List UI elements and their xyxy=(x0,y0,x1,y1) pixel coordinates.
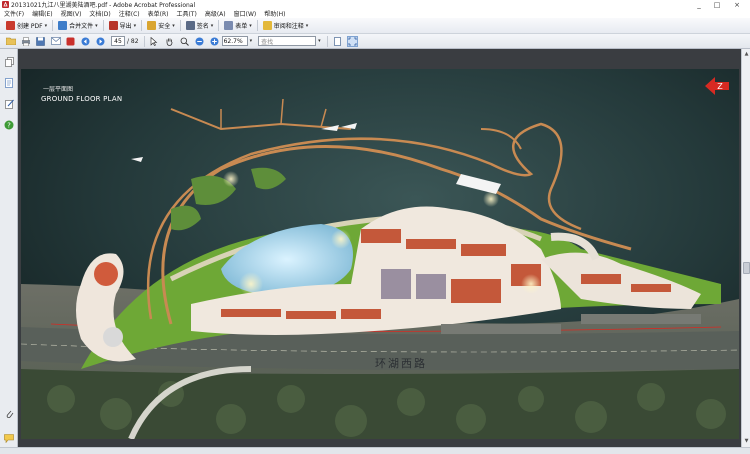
comment-icon[interactable] xyxy=(4,433,14,443)
signatures-panel-icon[interactable] xyxy=(4,99,14,109)
title-bar: 20131021九江八里湖美陆酒吧.pdf - Adobe Acrobat Pr… xyxy=(0,0,750,9)
chevron-down-icon: ▾ xyxy=(95,22,98,29)
page-number-input[interactable]: 45 xyxy=(111,36,125,46)
scrollbar-thumb[interactable] xyxy=(743,262,750,274)
toolbar-divider xyxy=(179,20,181,31)
svg-text:?: ? xyxy=(7,122,11,130)
menu-bar: 文件(F) 编辑(E) 视图(V) 文档(D) 注释(C) 表单(R) 工具(T… xyxy=(0,9,750,18)
chevron-down-icon: ▾ xyxy=(249,22,252,29)
merge-files-label: 合并文件 xyxy=(69,23,94,30)
toolbar-divider xyxy=(256,20,258,31)
toolbar-divider xyxy=(52,20,54,31)
stop-icon[interactable] xyxy=(65,36,76,47)
acrobat-app-icon xyxy=(2,1,9,8)
chevron-down-icon: ▾ xyxy=(133,22,137,29)
close-button[interactable]: × xyxy=(728,0,746,9)
chevron-down-icon: ▾ xyxy=(44,22,48,29)
toolbar-divider xyxy=(102,20,104,31)
window-title: 20131021九江八里湖美陆酒吧.pdf - Adobe Acrobat Pr… xyxy=(11,2,196,9)
form-icon xyxy=(224,21,234,30)
security-button[interactable]: 安全 ▾ xyxy=(144,19,178,32)
lock-icon xyxy=(147,21,157,30)
help-icon[interactable]: ? xyxy=(4,120,14,130)
create-pdf-label: 创建 PDF xyxy=(17,23,43,30)
merge-files-icon xyxy=(58,21,68,30)
chevron-down-icon: ▾ xyxy=(305,22,309,29)
save-icon[interactable] xyxy=(35,36,46,47)
menu-view[interactable]: 视图(V) xyxy=(57,9,86,18)
menu-file[interactable]: 文件(F) xyxy=(0,9,28,18)
document-view[interactable]: Z 一层平面图 GROUND FLOOR PLAN 环湖西路 xyxy=(18,49,741,447)
email-icon[interactable] xyxy=(50,36,61,47)
find-dropdown-chevron-icon[interactable]: ▾ xyxy=(318,38,321,44)
plan-title-chinese: 一层平面图 xyxy=(43,86,74,93)
review-comment-label: 审阅和注释 xyxy=(273,23,304,30)
chevron-down-icon: ▾ xyxy=(172,22,175,29)
scroll-down-arrow-icon[interactable]: ▼ xyxy=(743,437,750,444)
sign-button[interactable]: 签名 ▾ xyxy=(183,19,217,32)
site-plan-render xyxy=(21,69,739,439)
navigation-toolbar: 45 / 82 62.7% ▾ 查找 ▾ xyxy=(0,34,750,49)
pages-panel-icon[interactable] xyxy=(4,57,14,67)
comment-bubble-icon xyxy=(262,21,272,30)
hand-tool-icon[interactable] xyxy=(164,36,175,47)
north-arrow-icon: Z xyxy=(705,77,731,95)
first-page-icon[interactable] xyxy=(80,36,91,47)
toolbar-divider xyxy=(143,35,145,47)
menu-tools[interactable]: 工具(T) xyxy=(172,9,200,18)
zoom-out-icon[interactable] xyxy=(194,36,205,47)
navigation-panel: ? xyxy=(0,49,18,447)
paperclip-icon[interactable] xyxy=(4,409,14,419)
single-page-view-icon[interactable] xyxy=(332,36,343,47)
plan-title-english: GROUND FLOOR PLAN xyxy=(41,95,123,103)
svg-text:Z: Z xyxy=(717,82,723,91)
print-icon[interactable] xyxy=(20,36,31,47)
open-folder-icon[interactable] xyxy=(5,36,16,47)
previous-page-icon[interactable] xyxy=(95,36,106,47)
menu-document[interactable]: 文档(D) xyxy=(85,9,114,18)
zoom-level-input[interactable]: 62.7% xyxy=(221,36,248,46)
export-label: 导出 xyxy=(119,23,132,30)
vertical-scrollbar[interactable]: ▲ ▼ xyxy=(741,49,750,447)
select-cursor-icon[interactable] xyxy=(149,36,160,47)
forms-button[interactable]: 表单 ▾ xyxy=(221,19,255,32)
maximize-button[interactable]: □ xyxy=(708,0,726,9)
zoom-in-icon[interactable] xyxy=(209,36,220,47)
toolbar-divider xyxy=(326,35,328,47)
menu-comments[interactable]: 注释(C) xyxy=(115,9,144,18)
zoom-dropdown-chevron-icon[interactable]: ▾ xyxy=(250,38,253,44)
security-label: 安全 xyxy=(158,23,171,30)
forms-label: 表单 xyxy=(235,23,248,30)
chevron-down-icon: ▾ xyxy=(210,22,214,29)
toolbar-divider xyxy=(218,20,220,31)
scroll-up-arrow-icon[interactable]: ▲ xyxy=(743,50,750,57)
menu-help[interactable]: 帮助(H) xyxy=(260,9,289,18)
menu-forms[interactable]: 表单(R) xyxy=(144,9,173,18)
pen-icon xyxy=(185,21,195,30)
export-button[interactable]: 导出 ▾ xyxy=(106,19,140,32)
menu-advanced[interactable]: 高级(A) xyxy=(201,9,230,18)
create-pdf-button[interactable]: 创建 PDF ▾ xyxy=(3,19,50,32)
sign-label: 签名 xyxy=(196,23,209,30)
bookmarks-panel-icon[interactable] xyxy=(4,78,14,88)
minimize-button[interactable]: _ xyxy=(690,0,708,9)
toolbar-divider xyxy=(141,20,143,31)
road-label: 环湖西路 xyxy=(375,357,427,370)
menu-window[interactable]: 窗口(W) xyxy=(230,9,261,18)
pdf-page: Z 一层平面图 GROUND FLOOR PLAN 环湖西路 xyxy=(21,69,739,439)
menu-edit[interactable]: 编辑(E) xyxy=(28,9,56,18)
review-comment-button[interactable]: 审阅和注释 ▾ xyxy=(260,19,312,32)
page-total: / 82 xyxy=(127,37,139,45)
merge-files-button[interactable]: 合并文件 ▾ xyxy=(55,19,101,32)
tasks-toolbar: 创建 PDF ▾ 合并文件 ▾ 导出 ▾ 安全 ▾ 签名 ▾ 表单 ▾ 审阅和注… xyxy=(0,18,750,34)
find-input[interactable]: 查找 xyxy=(258,36,317,46)
create-pdf-icon xyxy=(6,21,15,30)
fit-page-icon[interactable] xyxy=(346,35,358,47)
marquee-zoom-icon[interactable] xyxy=(179,36,190,47)
status-bar xyxy=(0,447,750,454)
export-icon xyxy=(108,21,118,30)
